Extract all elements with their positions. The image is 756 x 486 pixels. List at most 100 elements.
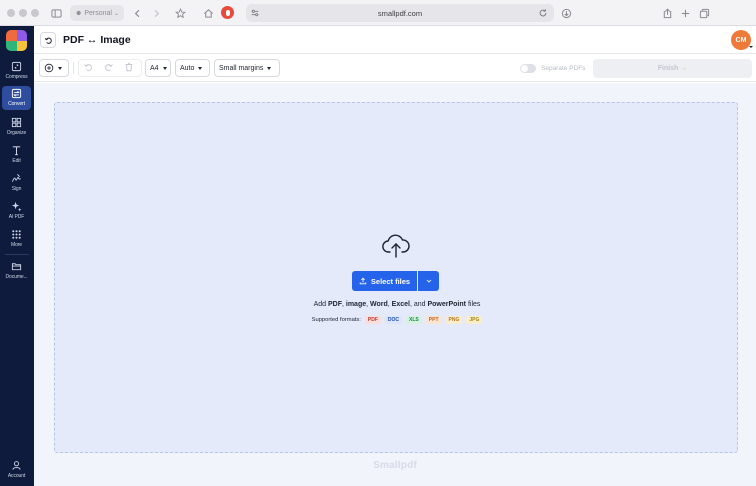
format-badge-jpg: JPG xyxy=(466,316,483,324)
more-grid-icon xyxy=(12,230,21,239)
orientation-select[interactable]: Auto xyxy=(175,59,210,77)
accepted-formats-text: Add PDF, image, Word, Excel, and PowerPo… xyxy=(55,301,739,308)
cloud-upload-icon xyxy=(382,234,410,258)
add-files-button[interactable] xyxy=(39,59,69,77)
file-dropzone[interactable]: Select files Add PDF, image, Word, Excel… xyxy=(54,102,738,453)
format-word: Word xyxy=(370,301,388,308)
bookmark-star-icon[interactable] xyxy=(172,5,188,21)
back-arrow-icon[interactable] xyxy=(130,5,144,21)
url-text: smallpdf.com xyxy=(377,8,423,18)
format-badge-pdf: PDF xyxy=(364,316,381,324)
organize-icon xyxy=(11,117,22,128)
formats-suffix: files xyxy=(466,301,481,308)
separate-pdfs-label: Separate PDFs xyxy=(541,65,586,72)
supported-formats-row: Supported formats: PDF DOC XLS PPT PNG JPG xyxy=(55,316,739,324)
sidebar-divider xyxy=(5,254,29,255)
format-badge-xls: XLS xyxy=(406,316,422,324)
back-button[interactable] xyxy=(40,32,56,48)
format-pdf: PDF xyxy=(328,301,342,308)
extension-icon[interactable] xyxy=(221,6,234,19)
profile-selector[interactable]: ☻ Personal ⌄ xyxy=(70,5,124,21)
sidebar-item-compress[interactable]: Compress xyxy=(2,59,31,83)
formats-prefix: Add xyxy=(313,301,328,308)
app-header: PDF ↔ Image CM xyxy=(34,26,756,54)
select-source-dropdown[interactable] xyxy=(418,271,439,291)
forward-arrow-icon[interactable] xyxy=(149,5,163,21)
page-size-select[interactable]: A4 xyxy=(145,59,171,77)
chevron-down-icon xyxy=(426,279,431,283)
sidebar-item-label: More xyxy=(11,242,22,248)
format-badge-doc: DOC xyxy=(384,316,403,324)
convert-icon xyxy=(11,88,22,99)
select-files-button[interactable]: Select files xyxy=(352,271,417,291)
reload-icon[interactable] xyxy=(538,8,548,18)
sidebar-item-organize[interactable]: Organize xyxy=(2,115,31,139)
chevron-down-icon[interactable] xyxy=(749,46,753,48)
select-files-label: Select files xyxy=(370,276,411,286)
redo-icon[interactable] xyxy=(103,61,115,73)
select-files-group: Select files xyxy=(352,271,439,291)
folder-icon xyxy=(11,263,22,271)
main-workspace: Select files Add PDF, image, Word, Excel… xyxy=(34,83,756,486)
trash-icon[interactable] xyxy=(123,61,135,73)
sidebar-item-label: AI PDF xyxy=(8,214,25,220)
page-size-value: A4 xyxy=(150,64,159,72)
sidebar-item-edit[interactable]: Edit xyxy=(2,143,31,167)
address-bar[interactable]: smallpdf.com xyxy=(246,4,554,22)
new-tab-plus-icon[interactable] xyxy=(678,5,692,21)
tab-overview-icon[interactable] xyxy=(697,5,711,21)
format-badge-png: PNG xyxy=(445,316,463,324)
share-icon[interactable] xyxy=(660,5,674,21)
chevron-down-icon xyxy=(58,66,62,70)
page-title: PDF ↔ Image xyxy=(63,34,131,46)
page-settings-icon[interactable] xyxy=(250,8,260,18)
sidebar-item-convert[interactable]: Convert xyxy=(2,86,31,110)
browser-toolbar: ☻ Personal ⌄ smallpdf.com xyxy=(0,0,756,26)
person-icon: ☻ xyxy=(74,9,83,17)
upload-icon xyxy=(359,277,367,285)
sidebar-item-label: Sign xyxy=(11,186,22,192)
chevron-down-icon: ⌄ xyxy=(113,10,120,17)
sidebar-item-label: Convert xyxy=(8,101,25,107)
finish-label: Finish → xyxy=(657,65,688,72)
chevron-down-icon xyxy=(198,66,203,70)
formats-separator: , and xyxy=(409,301,428,308)
sidebar-item-account[interactable]: Account xyxy=(2,458,31,482)
app-sidebar: Compress Convert Organize Edit Sign AI P… xyxy=(0,26,34,486)
sidebar-account-label: Account xyxy=(7,473,26,479)
margins-select[interactable]: Small margins xyxy=(214,59,280,77)
undo-arrow-icon xyxy=(44,37,52,44)
sidebar-item-sign[interactable]: Sign xyxy=(2,171,31,195)
finish-button[interactable]: Finish → xyxy=(593,59,752,78)
plus-circle-icon xyxy=(44,63,54,73)
close-window-dot[interactable] xyxy=(7,9,15,17)
sidebar-item-label: Organize xyxy=(6,130,27,136)
format-image: image xyxy=(345,301,367,308)
ai-sparkle-icon xyxy=(11,201,22,212)
toolbar-divider xyxy=(73,62,74,74)
format-powerpoint: PowerPoint xyxy=(427,301,466,308)
brand-wordmark: Smallpdf xyxy=(373,460,417,471)
chevron-down-icon xyxy=(162,66,167,70)
sidebar-item-label: Compress xyxy=(5,74,28,80)
download-icon[interactable] xyxy=(559,5,573,21)
home-icon[interactable] xyxy=(200,5,216,21)
undo-icon[interactable] xyxy=(82,61,94,73)
sidebar-item-documents[interactable]: Docume... xyxy=(2,259,31,283)
minimize-window-dot[interactable] xyxy=(19,9,27,17)
separate-pdfs-toggle[interactable] xyxy=(520,64,536,73)
edit-icon xyxy=(12,146,21,156)
sidebar-item-label: Edit xyxy=(12,158,21,164)
sign-icon xyxy=(11,174,21,182)
sidebar-item-more[interactable]: More xyxy=(2,227,31,251)
zoom-window-dot[interactable] xyxy=(31,9,39,17)
editor-toolbar: A4 Auto Small margins Separate PDFs Fini… xyxy=(34,55,756,82)
smallpdf-logo[interactable] xyxy=(6,30,27,51)
sidebar-item-ai-pdf[interactable]: AI PDF xyxy=(2,199,31,223)
sidebar-item-label: Docume... xyxy=(5,274,28,280)
account-icon xyxy=(12,461,21,470)
avatar[interactable]: CM xyxy=(731,30,751,50)
sidebar-toggle-icon[interactable] xyxy=(48,5,64,21)
margins-value: Small margins xyxy=(219,64,264,72)
compress-icon xyxy=(11,61,22,72)
